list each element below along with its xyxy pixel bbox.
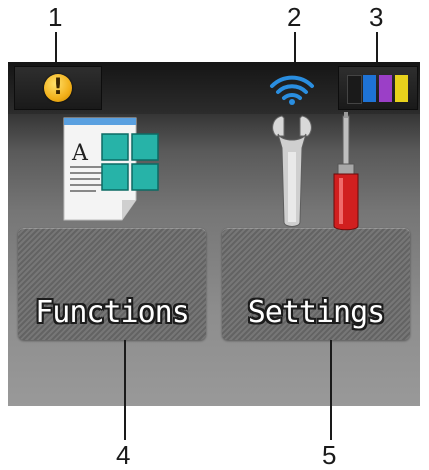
status-bar: ! [8,62,420,114]
settings-label: Settings [247,295,386,330]
settings-button[interactable]: Settings [222,228,410,340]
callout-4-leader [124,340,126,440]
functions-label: Functions [35,295,190,330]
wifi-signal-icon[interactable] [268,72,316,106]
warning-exclamation-icon: ! [44,74,72,102]
ink-black-bar [347,75,362,104]
callout-4: 4 [116,440,131,470]
callout-5-leader [330,340,332,440]
callout-1-leader [55,32,57,62]
callout-1: 1 [48,2,63,32]
functions-button[interactable]: Functions [18,228,206,340]
svg-text:A: A [71,141,89,166]
ink-cyan-bar [363,75,376,102]
ink-magenta-bar [379,75,392,102]
wrench-screwdriver-icon [272,112,359,231]
callout-3: 3 [369,2,384,32]
document-grid-icon: A [63,117,159,221]
callout-5: 5 [322,440,337,470]
callout-2: 2 [287,2,302,32]
ink-yellow-bar [395,75,408,102]
ink-level-button[interactable] [338,66,418,110]
alert-button[interactable]: ! [14,66,102,110]
callout-3-leader [376,32,378,66]
